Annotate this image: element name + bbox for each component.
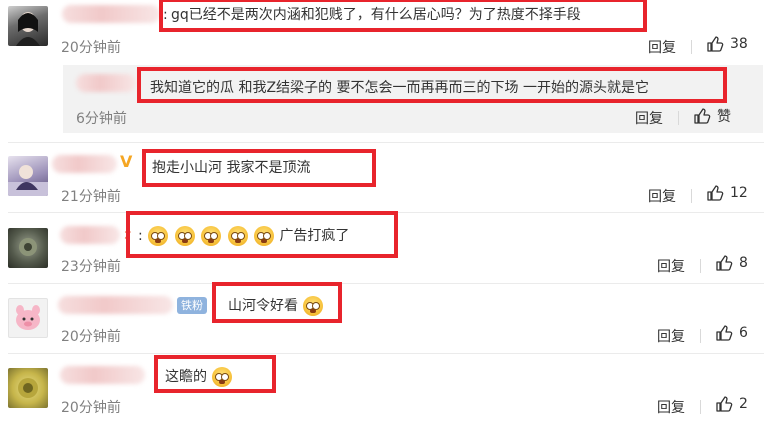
thumbs-up-icon [716,325,733,341]
username-blurred[interactable] [58,296,173,314]
avatar[interactable] [8,6,48,46]
divider [8,353,764,354]
fan-badge: 铁粉 [177,297,207,314]
like-button[interactable]: 2 [715,395,748,413]
like-button[interactable]: 12 [706,184,748,202]
reply-time: 6分钟前 [76,111,127,127]
username-blurred[interactable] [62,5,160,23]
like-count: 12 [730,185,748,201]
username-blurred[interactable] [60,366,145,384]
avatar[interactable] [8,298,48,338]
reply-button[interactable]: 回复 [648,186,676,206]
divider [8,142,764,143]
thumbs-up-icon [707,36,724,52]
comment-time: 21分钟前 [61,189,121,205]
reply-button[interactable]: 回复 [657,397,685,417]
action-divider [700,259,701,273]
action-divider [691,189,692,203]
avatar[interactable] [8,368,48,408]
thumbs-up-icon [716,396,733,412]
like-count: 38 [730,36,748,52]
like-button[interactable]: 赞 [693,106,731,126]
like-count: 8 [739,255,748,271]
username-blurred[interactable] [60,226,120,244]
username-blurred[interactable] [52,155,117,173]
reply-button[interactable]: 回复 [657,256,685,276]
reply-button[interactable]: 回复 [635,108,663,128]
comment-time: 20分钟前 [61,329,121,345]
v-badge-icon: V [120,152,133,171]
like-button[interactable]: 38 [706,35,748,53]
action-divider [700,400,701,414]
like-button[interactable]: 8 [715,254,748,272]
thumbs-up-icon [707,185,724,201]
action-divider [678,111,679,125]
highlight-box [126,211,398,258]
avatar[interactable] [8,228,48,268]
like-count: 6 [739,325,748,341]
thumbs-up-icon [694,108,711,124]
highlight-box [212,282,342,323]
action-divider [700,329,701,343]
like-button[interactable]: 6 [715,324,748,342]
highlight-box [154,355,276,393]
reply-button[interactable]: 回复 [648,37,676,57]
highlight-box [159,0,647,32]
comment-time: 20分钟前 [61,40,121,56]
thumbs-up-icon [716,255,733,271]
comment-time: 23分钟前 [61,259,121,275]
like-label: 赞 [717,109,731,125]
avatar[interactable] [8,156,48,196]
highlight-box [142,149,376,187]
comment-time: 20分钟前 [61,400,121,416]
username-blurred[interactable] [76,74,136,92]
highlight-box [137,67,727,103]
like-count: 2 [739,396,748,412]
divider [8,283,764,284]
action-divider [691,40,692,54]
reply-button[interactable]: 回复 [657,326,685,346]
